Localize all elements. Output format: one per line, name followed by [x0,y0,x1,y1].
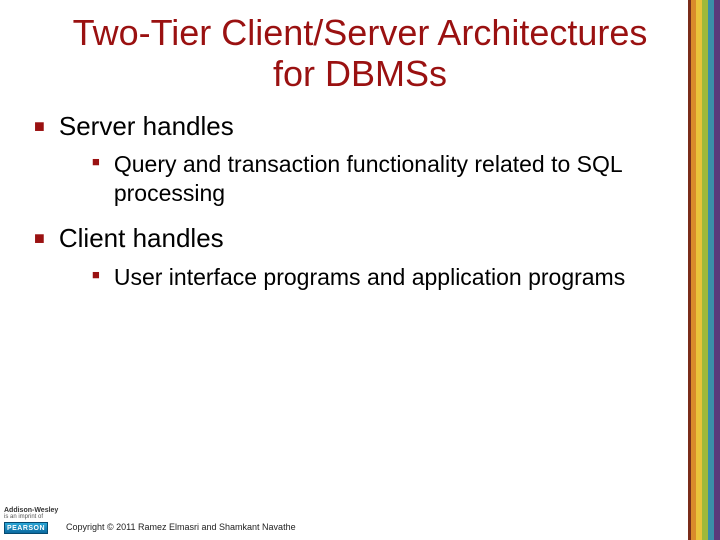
slide-footer: Addison-Wesley is an imprint of PEARSON … [0,498,720,540]
slide-title: Two-Tier Client/Server Architectures for… [50,12,670,95]
bullet-text: Server handles [59,111,234,142]
square-bullet-icon: ■ [92,263,100,287]
square-bullet-icon: ■ [34,111,45,141]
pearson-logo-badge: PEARSON [4,522,48,534]
bullet-level1: ■ Client handles [34,223,692,254]
bullet-text: User interface programs and application … [114,263,625,292]
bullet-text: Query and transaction functionality rela… [114,150,634,208]
bullet-level2: ■ Query and transaction functionality re… [92,150,692,208]
bullet-level1: ■ Server handles [34,111,692,142]
publisher-name: Addison-Wesley [4,507,60,514]
square-bullet-icon: ■ [92,150,100,174]
publisher-tagline: is an imprint of [4,514,60,520]
bullet-text: Client handles [59,223,224,254]
slide-content: ■ Server handles ■ Query and transaction… [28,111,692,292]
decorative-side-stripe [688,0,720,540]
copyright-text: Copyright © 2011 Ramez Elmasri and Shamk… [66,522,296,532]
slide: Two-Tier Client/Server Architectures for… [0,0,720,540]
square-bullet-icon: ■ [34,223,45,253]
publisher-block: Addison-Wesley is an imprint of PEARSON [4,507,60,534]
bullet-level2: ■ User interface programs and applicatio… [92,263,692,292]
